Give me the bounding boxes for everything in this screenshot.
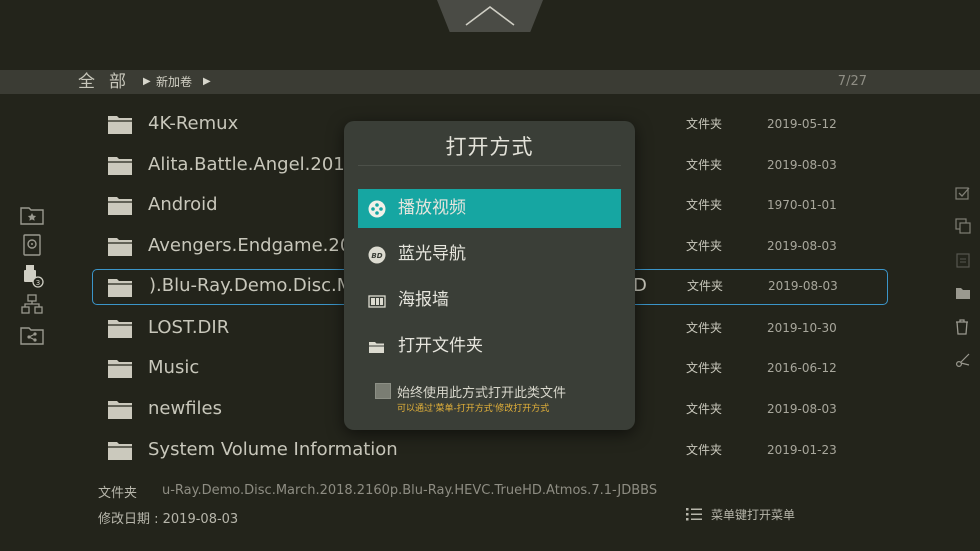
folder-icon <box>108 238 132 256</box>
file-name: newfiles <box>148 398 222 419</box>
file-type: 文件夹 <box>686 239 723 253</box>
file-type: 文件夹 <box>686 321 723 335</box>
menu-list-icon <box>686 508 702 521</box>
breadcrumb-arrow-icon: ▶ <box>143 76 151 87</box>
file-name: Avengers.Endgame.2019 <box>148 235 375 256</box>
breadcrumb-arrow-icon: ▶ <box>203 76 211 87</box>
folder-icon <box>108 320 132 338</box>
always-use-label[interactable]: 始终使用此方式打开此类文件 <box>397 382 566 401</box>
file-name: Android <box>148 194 218 215</box>
move-folder-icon[interactable] <box>955 285 973 303</box>
always-use-hint: 可以通过'菜单-打开方式'修改打开方式 <box>397 404 550 414</box>
folder-icon <box>108 360 132 378</box>
dialog-title: 打开方式 <box>445 135 534 159</box>
folder-open-icon <box>369 342 384 353</box>
network-icon[interactable] <box>20 294 44 316</box>
disc-drive-icon[interactable] <box>20 234 44 256</box>
file-date: 2019-01-23 <box>767 443 837 457</box>
folder-icon <box>108 401 132 419</box>
file-date: 2016-06-12 <box>767 361 837 375</box>
file-name: Music <box>148 357 200 378</box>
menu-hint-label: 菜单键打开菜单 <box>711 508 796 522</box>
open-with-dialog: 打开方式 播放视频 BD 蓝光导航 海报墙 打开文件夹 始终使用此方式打开此类文… <box>344 121 635 430</box>
folder-icon <box>108 197 132 215</box>
file-date: 2019-10-30 <box>767 321 837 335</box>
option-play-video[interactable]: 播放视频 <box>358 189 621 228</box>
selected-file-name: u-Ray.Demo.Disc.March.2018.2160p.Blu-Ray… <box>162 483 658 498</box>
file-name: System Volume Information <box>148 439 398 460</box>
bluray-disc-icon: BD <box>368 246 386 264</box>
file-type: 文件夹 <box>686 198 723 212</box>
file-date: 1970-01-01 <box>767 198 837 212</box>
cut-icon[interactable] <box>955 352 973 370</box>
folder-icon <box>108 442 132 460</box>
svg-text:3: 3 <box>36 279 40 287</box>
selected-modified-date: 修改日期 : 2019-08-03 <box>98 512 239 527</box>
folder-icon <box>108 157 132 175</box>
file-name: 4K-Remux <box>148 113 239 134</box>
delete-icon[interactable] <box>955 319 973 337</box>
option-open-folder[interactable]: 打开文件夹 <box>358 327 621 366</box>
svg-text:BD: BD <box>371 252 382 260</box>
usb-drive-icon[interactable]: 3 <box>20 264 44 288</box>
file-date: 2019-05-12 <box>767 117 837 131</box>
folder-icon <box>108 116 132 134</box>
favorite-folder-icon[interactable] <box>20 205 44 227</box>
copy-icon[interactable] <box>955 218 973 236</box>
file-type: 文件夹 <box>686 443 723 457</box>
file-date: 2019-08-03 <box>767 402 837 416</box>
file-type: 文件夹 <box>686 361 723 375</box>
select-icon[interactable] <box>955 185 973 203</box>
folder-icon <box>108 279 132 297</box>
selected-type-label: 文件夹 <box>98 486 138 501</box>
file-type: 文件夹 <box>687 279 724 293</box>
file-date: 2019-08-03 <box>767 239 837 253</box>
file-type: 文件夹 <box>686 117 723 131</box>
breadcrumb-root[interactable]: 全部 <box>78 70 140 94</box>
file-date: 2019-08-03 <box>767 158 837 172</box>
poster-wall-icon <box>368 295 386 308</box>
file-type: 文件夹 <box>686 158 723 172</box>
file-type: 文件夹 <box>686 402 723 416</box>
file-date: 2019-08-03 <box>768 279 838 293</box>
breadcrumb-segment[interactable]: 新加卷 <box>156 70 192 94</box>
file-row[interactable]: System Volume Information 文件夹 2019-01-23 <box>92 432 888 468</box>
shared-folder-icon[interactable] <box>20 325 44 347</box>
option-label: 播放视频 <box>398 198 466 218</box>
file-name: Alita.Battle.Angel.2019.1 <box>148 154 374 175</box>
option-label: 海报墙 <box>398 290 449 310</box>
option-bluray-navigation[interactable]: BD 蓝光导航 <box>358 235 621 274</box>
option-label: 蓝光导航 <box>398 244 466 264</box>
item-counter: 7/27 <box>837 74 867 89</box>
film-reel-icon <box>368 200 386 218</box>
chevron-up-icon <box>465 6 515 26</box>
dialog-divider <box>358 165 621 166</box>
paste-icon[interactable] <box>955 252 973 270</box>
file-name-tail: D <box>633 275 647 296</box>
file-name: LOST.DIR <box>148 317 230 338</box>
option-poster-wall[interactable]: 海报墙 <box>358 281 621 320</box>
option-label: 打开文件夹 <box>398 336 483 356</box>
top-panel-tab[interactable] <box>437 0 543 32</box>
always-use-checkbox[interactable] <box>375 383 391 399</box>
file-name: ).Blu-Ray.Demo.Disc.Mar <box>149 275 371 296</box>
